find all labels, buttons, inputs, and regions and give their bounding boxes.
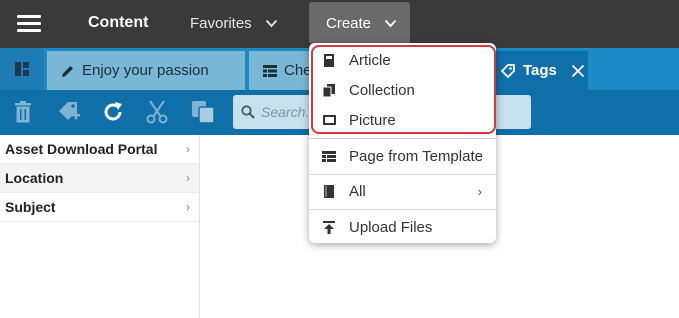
scissors-icon bbox=[146, 100, 168, 124]
delete-button[interactable] bbox=[10, 99, 36, 125]
tree-item-subject[interactable]: Subject › bbox=[0, 193, 199, 222]
tab-label: Enjoy your passion bbox=[82, 62, 209, 79]
chevron-right-icon[interactable]: › bbox=[186, 171, 190, 185]
search-icon bbox=[241, 105, 255, 119]
refresh-icon bbox=[104, 102, 122, 121]
close-tab-icon[interactable] bbox=[571, 64, 585, 78]
tree-item-label: Asset Download Portal bbox=[5, 141, 158, 157]
grid-icon bbox=[263, 64, 277, 77]
picture-icon bbox=[321, 112, 337, 128]
collection-icon bbox=[321, 82, 337, 98]
tab-enjoy-your-passion[interactable]: Enjoy your passion bbox=[47, 51, 245, 90]
favorites-menu-button[interactable]: Favorites bbox=[190, 0, 278, 46]
tree-item-label: Subject bbox=[5, 199, 56, 215]
chevron-right-icon[interactable]: › bbox=[186, 142, 190, 156]
menu-item-article[interactable]: Article bbox=[309, 45, 496, 75]
menu-divider bbox=[309, 174, 496, 175]
upload-icon bbox=[321, 219, 337, 235]
tree-item-location[interactable]: Location › bbox=[0, 164, 199, 193]
menu-item-label: All bbox=[349, 182, 366, 200]
tab-label: Che bbox=[284, 62, 312, 79]
chevron-right-icon[interactable]: › bbox=[186, 200, 190, 214]
refresh-button[interactable] bbox=[100, 99, 126, 125]
chevron-down-icon bbox=[265, 19, 277, 27]
add-tag-icon bbox=[59, 102, 80, 120]
copy-icon bbox=[192, 101, 215, 124]
app-title: Content bbox=[88, 14, 149, 31]
menu-item-label: Article bbox=[349, 51, 391, 69]
hamburger-menu-icon[interactable] bbox=[17, 14, 41, 34]
submenu-arrow-icon: › bbox=[477, 183, 482, 199]
menu-item-picture[interactable]: Picture bbox=[309, 105, 496, 135]
cut-button[interactable] bbox=[144, 99, 170, 125]
tag-icon bbox=[500, 63, 515, 78]
tab-label: Tags bbox=[523, 62, 557, 79]
favorites-label: Favorites bbox=[190, 14, 252, 32]
pencil-icon bbox=[62, 65, 73, 77]
copy-button[interactable] bbox=[190, 99, 216, 125]
tag-tree: Asset Download Portal › Location › Subje… bbox=[0, 135, 200, 318]
menu-item-all[interactable]: All › bbox=[309, 176, 496, 206]
tree-item-asset-download-portal[interactable]: Asset Download Portal › bbox=[0, 135, 199, 164]
library-view-button[interactable] bbox=[0, 48, 44, 90]
template-icon bbox=[321, 148, 337, 164]
all-icon bbox=[321, 183, 337, 199]
menu-item-upload-files[interactable]: Upload Files bbox=[309, 212, 496, 242]
tree-item-label: Location bbox=[5, 170, 64, 186]
menu-item-label: Picture bbox=[349, 111, 396, 129]
create-label: Create bbox=[326, 14, 372, 32]
tab-tags[interactable]: Tags bbox=[496, 51, 588, 90]
create-menu-button[interactable]: Create bbox=[309, 2, 410, 44]
create-dropdown-menu: Article Collection Picture Page from Tem… bbox=[309, 43, 496, 243]
chevron-down-icon bbox=[384, 19, 397, 27]
trash-icon bbox=[15, 101, 31, 123]
menu-item-label: Page from Template bbox=[349, 147, 483, 165]
library-icon bbox=[15, 62, 29, 76]
top-bar: Content Favorites Create bbox=[0, 0, 679, 48]
menu-item-label: Collection bbox=[349, 81, 415, 99]
tab-che[interactable]: Che bbox=[249, 51, 313, 90]
menu-divider bbox=[309, 209, 496, 210]
menu-item-page-from-template[interactable]: Page from Template bbox=[309, 141, 496, 171]
menu-divider bbox=[309, 138, 496, 139]
menu-item-label: Upload Files bbox=[349, 218, 433, 236]
article-icon bbox=[321, 52, 337, 68]
menu-item-collection[interactable]: Collection bbox=[309, 75, 496, 105]
new-tag-button[interactable] bbox=[56, 99, 82, 125]
